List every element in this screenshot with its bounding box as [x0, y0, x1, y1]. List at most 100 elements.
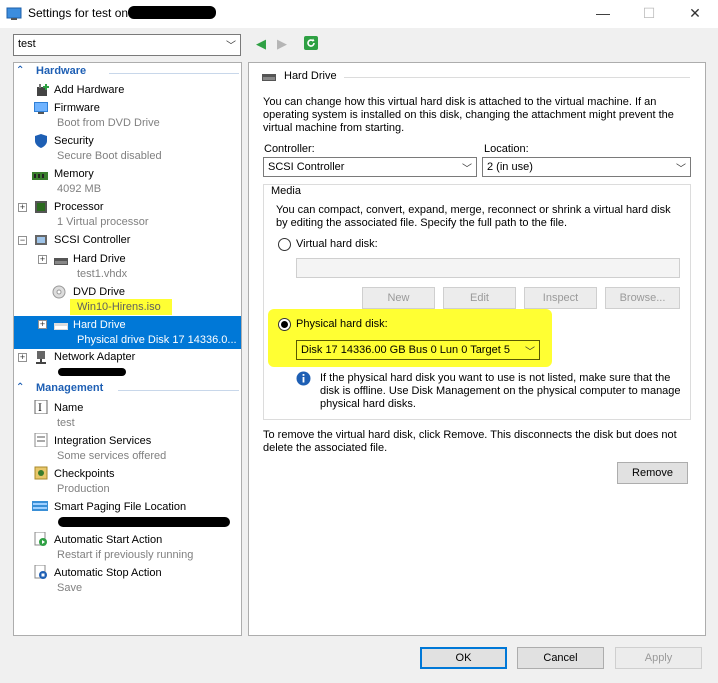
location-value: 2 (in use)	[487, 161, 533, 173]
expand-icon[interactable]: +	[18, 203, 27, 212]
tree-item-label: Name	[54, 402, 84, 414]
forward-arrow-icon[interactable]: ▶	[277, 36, 287, 52]
vm-selector-value: test	[18, 38, 36, 50]
vm-selector[interactable]: test ﹀	[13, 34, 241, 56]
intro-line: operating system is installed on this di…	[263, 109, 674, 121]
location-label: Location:	[484, 143, 529, 155]
remove-button[interactable]: Remove	[617, 462, 688, 484]
minimize-button[interactable]: —	[580, 2, 626, 26]
tree-item-processor[interactable]: + Processor 1 Virtual processor	[14, 199, 241, 231]
tree-item-smart-paging[interactable]: Smart Paging File Location	[14, 498, 241, 530]
collapse-icon: ⌃	[16, 382, 25, 393]
tree-item-add-hardware[interactable]: Add Hardware	[14, 82, 241, 100]
tree-item-auto-stop[interactable]: Automatic Stop Action Save	[14, 564, 241, 596]
dvd-icon	[52, 285, 66, 299]
tree-item-security[interactable]: Security Secure Boot disabled	[14, 133, 241, 165]
network-icon	[36, 351, 46, 364]
intro-line: virtual machine from starting.	[263, 122, 405, 134]
pane-heading: Hard Drive	[284, 70, 337, 82]
media-line: by editing the associated file. Specify …	[276, 217, 568, 229]
maximize-button[interactable]: ☐	[626, 2, 672, 26]
tree-item-sub: Physical drive Disk 17 14336.0...	[77, 334, 237, 346]
chevron-down-icon: ﹀	[525, 347, 535, 358]
expand-icon[interactable]: +	[38, 320, 47, 329]
physical-hd-select[interactable]: Disk 17 14336.00 GB Bus 0 Lun 0 Target 5…	[296, 340, 540, 360]
tree-item-hard-drive-1[interactable]: + Hard Drive test1.vhdx	[14, 251, 241, 283]
controller-value: SCSI Controller	[268, 161, 345, 173]
auto-start-icon	[34, 532, 47, 546]
apply-button[interactable]: Apply	[615, 647, 702, 669]
svg-text:I: I	[38, 403, 42, 414]
firmware-icon	[34, 102, 48, 114]
tree-item-sub: Production	[57, 483, 110, 495]
tree-item-label: Smart Paging File Location	[54, 501, 187, 513]
tree-item-sub: Boot from DVD Drive	[57, 117, 160, 129]
processor-icon	[35, 201, 47, 213]
virtual-hd-radio[interactable]	[278, 238, 291, 251]
tree-item-firmware[interactable]: Firmware Boot from DVD Drive	[14, 100, 241, 132]
media-label: Media	[269, 185, 303, 197]
cancel-button[interactable]: Cancel	[517, 647, 604, 669]
hard-drive-icon	[54, 258, 68, 265]
tree-item-label: Security	[54, 135, 94, 147]
tree-item-label: Hard Drive	[73, 319, 126, 331]
management-section-header[interactable]: ⌃ Management	[14, 382, 241, 398]
tree-item-integration-services[interactable]: Integration Services Some services offer…	[14, 432, 241, 464]
controller-select[interactable]: SCSI Controller ﹀	[263, 157, 477, 177]
tree-item-label: SCSI Controller	[54, 234, 131, 246]
add-hardware-icon	[37, 84, 49, 96]
hardware-header-label: Hardware	[36, 65, 87, 77]
refresh-icon[interactable]	[304, 36, 318, 50]
tree-item-label: Integration Services	[54, 435, 152, 447]
info-line: physical hard disks.	[320, 398, 416, 410]
tree-item-sub: 4092 MB	[57, 183, 102, 195]
heading-divider	[344, 77, 690, 78]
close-button[interactable]: ✕	[672, 2, 718, 26]
tree-item-label: Add Hardware	[54, 84, 125, 96]
tree-item-memory[interactable]: Memory 4092 MB	[14, 166, 241, 198]
redacted-host	[128, 6, 216, 19]
tree-item-label: Automatic Start Action	[54, 534, 163, 546]
hard-drive-icon	[54, 323, 68, 330]
remove-description: To remove the virtual hard disk, click R…	[263, 429, 677, 441]
remove-description: delete the associated file.	[263, 442, 388, 454]
tree-item-sub: Restart if previously running	[57, 549, 194, 561]
back-arrow-icon[interactable]: ◀	[256, 36, 266, 52]
expand-icon[interactable]: +	[38, 255, 47, 264]
virtual-hd-label: Virtual hard disk:	[296, 238, 378, 250]
tree-item-sub: test1.vhdx	[77, 268, 128, 280]
tree-item-scsi-controller[interactable]: − SCSI Controller	[14, 232, 241, 250]
chevron-down-icon: ﹀	[462, 164, 472, 175]
tree-item-hard-drive-2[interactable]: + Hard Drive Physical drive Disk 17 1433…	[14, 316, 241, 349]
tree-item-auto-start[interactable]: Automatic Start Action Restart if previo…	[14, 531, 241, 563]
virtual-hd-path-input[interactable]	[296, 258, 680, 278]
edit-button[interactable]: Edit	[443, 287, 516, 309]
name-icon: I	[34, 400, 48, 414]
collapse-icon: ⌃	[16, 65, 25, 76]
tree-item-label: Firmware	[54, 102, 100, 114]
new-button[interactable]: New	[362, 287, 435, 309]
integration-icon	[34, 433, 48, 447]
info-line: disk is offline. Use Disk Management on …	[320, 385, 681, 397]
tree-item-checkpoints[interactable]: Checkpoints Production	[14, 465, 241, 497]
browse-button[interactable]: Browse...	[605, 287, 680, 309]
tree-item-dvd-drive[interactable]: DVD Drive Win10-Hirens.iso	[14, 284, 241, 316]
checkpoint-icon	[34, 466, 48, 480]
tree-item-label: Hard Drive	[73, 253, 126, 265]
section-divider	[118, 390, 239, 391]
window-title: Settings for test on	[28, 6, 129, 20]
tree-item-sub: Win10-Hirens.iso	[70, 299, 172, 315]
ok-button[interactable]: OK	[420, 647, 507, 669]
collapse-icon[interactable]: −	[18, 236, 27, 245]
location-select[interactable]: 2 (in use) ﹀	[482, 157, 691, 177]
physical-hd-label: Physical hard disk:	[296, 318, 388, 330]
expand-icon[interactable]: +	[18, 353, 27, 362]
management-header-label: Management	[36, 382, 104, 394]
tree-item-network-adapter[interactable]: + Network Adapter	[14, 349, 241, 381]
settings-app-icon	[6, 7, 22, 20]
hardware-section-header[interactable]: ⌃ Hardware	[14, 65, 241, 81]
media-line: You can compact, convert, expand, merge,…	[276, 204, 671, 216]
tree-item-name[interactable]: I Name test	[14, 399, 241, 431]
physical-hd-radio[interactable]	[278, 318, 291, 331]
inspect-button[interactable]: Inspect	[524, 287, 597, 309]
